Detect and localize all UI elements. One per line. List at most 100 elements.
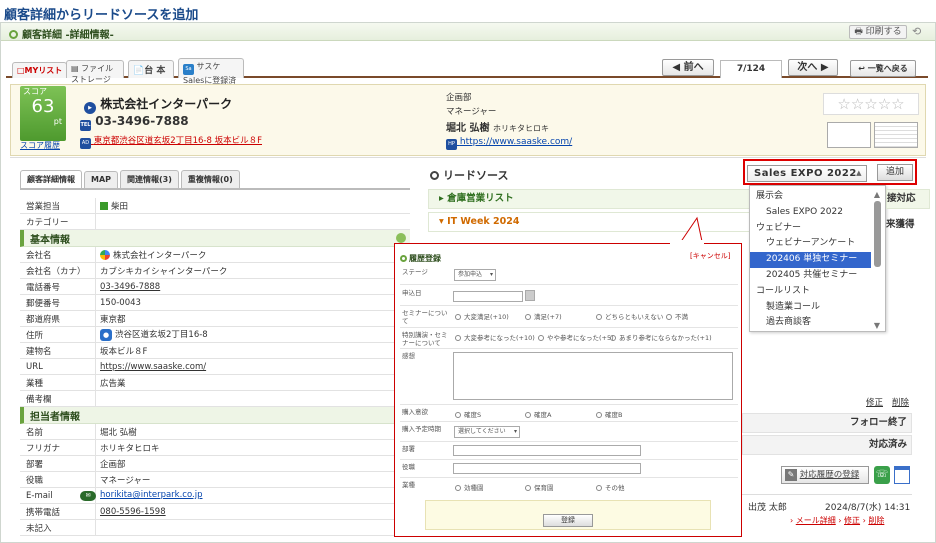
- handled[interactable]: 対応済み: [742, 435, 912, 455]
- impression-textarea[interactable]: [453, 352, 733, 400]
- collapse-icon[interactable]: [396, 233, 406, 243]
- score-history-link[interactable]: スコア履歴: [20, 140, 60, 151]
- follow-end[interactable]: フォロー終了: [742, 413, 912, 433]
- table-row: 会社名 株式会社インターパーク: [20, 247, 410, 263]
- tab-related[interactable]: 関連情報(3): [120, 170, 179, 188]
- lead-group-warehouse[interactable]: ▸ 倉庫営業リスト: [428, 189, 758, 209]
- tab-saaske-sales[interactable]: Sa サスケSalesに登録済: [178, 58, 244, 85]
- dropdown-option[interactable]: 202405 共催セミナー: [750, 268, 885, 284]
- prev-button[interactable]: ◀ 前へ: [662, 59, 714, 76]
- dept-input[interactable]: [453, 445, 641, 456]
- dropdown-option-selected[interactable]: 202406 単独セミナー: [750, 252, 871, 268]
- radio-option[interactable]: 保育園: [525, 482, 554, 492]
- radio-option[interactable]: 不満: [666, 311, 688, 321]
- back-to-list-button[interactable]: ↩ 一覧へ戻る: [850, 60, 916, 77]
- tab-script[interactable]: 📄台 本: [128, 60, 174, 78]
- scroll-thumb[interactable]: [873, 201, 881, 267]
- table-row: 携帯電話 080-5596-1598: [20, 504, 410, 520]
- hp-icon: HP: [446, 139, 457, 150]
- radio-option[interactable]: 確度B: [596, 409, 622, 419]
- form-row-date: 申込日: [400, 286, 738, 306]
- table-row: フリガナ ホリキタヒロキ: [20, 440, 410, 456]
- radio-option[interactable]: 大変参考になった(+10): [455, 332, 535, 342]
- radio-option[interactable]: 確度A: [525, 409, 551, 419]
- form-row-seminar: セミナーについて 大変満足(+10) 満足(+7) どちらともいえない 不満: [400, 306, 738, 328]
- department: 企画部: [446, 93, 472, 103]
- score-badge: スコア 63 pt: [20, 86, 66, 141]
- timing-select[interactable]: 選択してください ▾: [454, 426, 520, 438]
- refresh-icon[interactable]: ⟲: [912, 25, 921, 38]
- calendar-icon[interactable]: [894, 466, 910, 484]
- company-address[interactable]: AD 東京都渋谷区道玄坂2丁目16-8 坂本ビル８F: [80, 134, 262, 149]
- tab-mylist[interactable]: □MYリスト: [12, 62, 68, 78]
- tel-icon: TEL: [80, 120, 91, 131]
- mail-icon[interactable]: ✉: [80, 491, 96, 501]
- table-row: 建物名 坂本ビル８F: [20, 343, 410, 359]
- radio-option[interactable]: あまり参考にならなかった(+1): [610, 332, 712, 342]
- radio-option[interactable]: 効種園: [455, 482, 484, 492]
- radio-option[interactable]: その他: [596, 482, 625, 492]
- calendar-icon[interactable]: [525, 290, 535, 301]
- popup-cancel-link[interactable]: [キャンセル]: [690, 251, 730, 261]
- next-button[interactable]: 次へ ▶: [788, 59, 838, 76]
- table-row: 都道府県 東京都: [20, 311, 410, 327]
- popup-title: 履歴登録: [400, 253, 441, 264]
- table-row: 会社名（カナ） カブシキカイシャインターパーク: [20, 263, 410, 279]
- thumbnail-image[interactable]: [827, 122, 871, 148]
- radio-option[interactable]: やや参考になった(+5): [538, 332, 614, 342]
- person-name: 堀北 弘樹 ホリキタヒロキ: [446, 123, 549, 134]
- table-row: 電話番号 03-3496-7888: [20, 279, 410, 295]
- edit-link[interactable]: 修正: [866, 396, 883, 408]
- tab-map[interactable]: MAP: [84, 171, 119, 189]
- company-name: ▶ 株式会社インターパーク: [84, 95, 232, 114]
- register-history-button[interactable]: ✎ 対応履歴の登録: [781, 466, 869, 484]
- radio-option[interactable]: 確度S: [455, 409, 481, 419]
- dropdown-option[interactable]: 製造業コール: [750, 300, 885, 316]
- dropdown-scrollbar[interactable]: ▲ ▼: [872, 190, 882, 330]
- dropdown-group: コールリスト: [756, 285, 811, 296]
- rating-stars[interactable]: ☆☆☆☆☆: [823, 93, 919, 115]
- register-button[interactable]: 登録: [543, 514, 593, 527]
- table-row: 住所 ● 渋谷区道玄坂2丁目16-8: [20, 327, 410, 343]
- customer-detail-table: 営業担当 柴田 カテゴリー 基本情報 会社名 株式会社インターパーク 会社名（カナ）…: [20, 188, 410, 536]
- map-pin-icon[interactable]: ●: [100, 329, 112, 341]
- delete-link[interactable]: 削除: [892, 396, 909, 408]
- position: マネージャー: [446, 107, 497, 117]
- dropdown-option[interactable]: ウェビナーアンケート: [750, 236, 885, 252]
- play-icon: ▶: [84, 102, 96, 114]
- tab-customer-detail[interactable]: 顧客詳細情報: [20, 170, 82, 188]
- history-person: 出茂 太郎: [748, 503, 787, 513]
- script-icon: 📄: [133, 66, 145, 76]
- radio-option[interactable]: 大変満足(+10): [455, 311, 509, 321]
- tab-duplicate[interactable]: 重複情報(0): [180, 170, 240, 188]
- staff-color-icon: [100, 201, 108, 210]
- company-url[interactable]: HP https://www.saaske.com/: [446, 137, 572, 150]
- phone-icon[interactable]: ☏: [874, 466, 890, 484]
- address-icon: AD: [80, 138, 91, 149]
- edit-icon: ✎: [785, 469, 797, 481]
- table-row: 郵便番号 150-0043: [20, 295, 410, 311]
- circle-icon: [9, 30, 18, 39]
- print-button[interactable]: 🖶 印刷する: [849, 25, 907, 39]
- section-basic-info: 基本情報: [20, 230, 410, 247]
- scroll-up-icon[interactable]: ▲: [872, 190, 882, 199]
- stage-select[interactable]: 参加申込 ▾: [454, 269, 496, 281]
- date-input[interactable]: [453, 291, 523, 302]
- scroll-down-icon[interactable]: ▼: [872, 321, 882, 330]
- table-row: 役職 マネージャー: [20, 472, 410, 488]
- dropdown-group: ウェビナー: [756, 222, 802, 233]
- table-row: E-mail ✉ horikita@interpark.co.jp: [20, 488, 410, 504]
- thumbnail-document[interactable]: [874, 122, 918, 148]
- detail-tabs: 顧客詳細情報 MAP 関連情報(3) 重複情報(0): [20, 170, 242, 189]
- dropdown-option[interactable]: Sales EXPO 2022: [750, 205, 885, 221]
- radio-option[interactable]: どちらともいえない: [596, 311, 663, 321]
- window-titlebar: 顧客詳細 -詳細情報-: [1, 23, 935, 41]
- form-row-dept: 部署: [400, 442, 738, 460]
- title-input[interactable]: [453, 463, 641, 474]
- google-icon[interactable]: [100, 249, 110, 260]
- form-row-industry: 業種 効種園 保育園 その他: [402, 481, 625, 492]
- dropdown-option[interactable]: 過去商談客: [750, 315, 885, 331]
- table-row: 部署 企画部: [20, 456, 410, 472]
- tab-file-storage[interactable]: ▤ ファイルストレージ: [66, 60, 124, 84]
- radio-option[interactable]: 満足(+7): [525, 311, 562, 321]
